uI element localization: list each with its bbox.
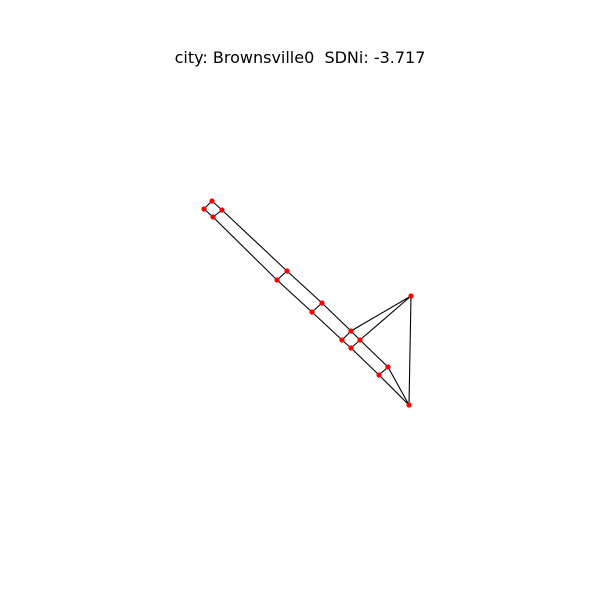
graph-node — [348, 345, 354, 351]
graph-node — [210, 214, 216, 220]
graph-edge — [350, 347, 380, 376]
graph-edge — [359, 295, 412, 341]
graph-node — [209, 198, 215, 204]
graph-edge — [378, 374, 410, 406]
graph-node — [309, 309, 315, 315]
graph-edge — [276, 279, 313, 313]
graph-node — [385, 364, 391, 370]
graph-node — [357, 337, 363, 343]
graph-node — [376, 372, 382, 378]
network-graph — [201, 198, 414, 408]
graph-edge — [321, 302, 352, 332]
graph-edge — [311, 311, 343, 341]
figure-canvas: city: Brownsville0 SDNi: -3.717 — [0, 0, 600, 600]
graph-edge — [350, 295, 412, 332]
graph-node — [284, 268, 290, 274]
graph-edge — [387, 366, 410, 406]
graph-node — [408, 293, 414, 299]
graph-edge — [221, 209, 288, 272]
graph-node — [406, 402, 412, 408]
graph-edge — [286, 270, 323, 304]
graph-edge — [408, 295, 412, 406]
graph-node — [339, 337, 345, 343]
graph-node — [348, 328, 354, 334]
graph-node — [274, 277, 280, 283]
graph-edge — [212, 216, 278, 281]
graph-node — [319, 300, 325, 306]
graph-edge — [359, 339, 389, 368]
graph-node — [219, 207, 225, 213]
graph-node — [201, 206, 207, 212]
